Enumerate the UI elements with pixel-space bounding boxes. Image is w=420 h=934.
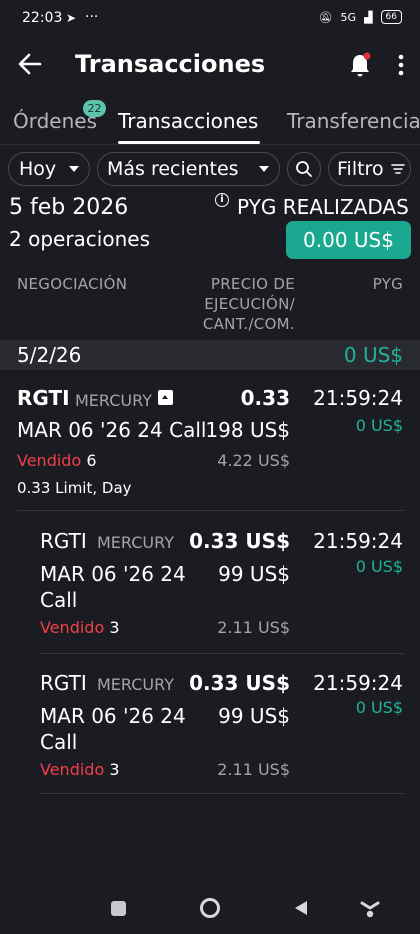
trade-contract: MAR 06 '26 24 Call — [17, 418, 207, 442]
telegram-icon: ➤ — [66, 11, 77, 25]
fill-contract-line2: Call — [40, 730, 78, 754]
fill-symbol: RGTI — [40, 529, 87, 553]
row-divider — [17, 510, 404, 511]
fill-symbol: RGTI — [40, 671, 87, 695]
back-nav-icon[interactable] — [293, 899, 309, 917]
row-divider — [40, 793, 404, 794]
group-date: 5/2/26 — [17, 343, 82, 367]
battery-icon: 66 — [380, 10, 402, 24]
tabs-divider — [0, 144, 420, 145]
back-arrow-icon[interactable] — [16, 50, 44, 78]
operations-count: 2 operaciones — [9, 227, 150, 251]
home-icon[interactable] — [200, 898, 220, 918]
fill-amount: 99 US$ — [218, 562, 290, 586]
trade-symbol: RGTI — [17, 386, 70, 410]
info-icon[interactable]: i — [215, 193, 229, 207]
status-icons: 🔕︎ 5G ▟ 66 — [319, 10, 402, 24]
filter-label: Filtro — [337, 158, 384, 180]
row-divider — [40, 653, 404, 654]
column-price-line3: CANT./COM. — [202, 315, 295, 333]
search-button[interactable] — [287, 152, 321, 186]
fill-pyg: 0 US$ — [355, 557, 403, 576]
realized-pl-value[interactable]: 0.00 US$ — [286, 221, 411, 259]
notification-bell-icon[interactable] — [348, 52, 372, 78]
orders-count-badge: 22 — [83, 100, 106, 117]
filter-icon — [390, 164, 405, 174]
fill-contract-line1: MAR 06 '26 24 — [40, 562, 186, 586]
expand-toggle-icon[interactable] — [158, 390, 173, 405]
period-dropdown[interactable]: Hoy — [8, 152, 90, 186]
column-price-line2: EJECUCIÓN/ — [204, 295, 295, 313]
fill-exchange: MERCURY — [97, 675, 174, 694]
chevron-down-icon — [259, 166, 269, 172]
fill-time: 21:59:24 — [313, 671, 403, 695]
fill-side-label: Vendido — [40, 618, 105, 637]
fill-qty: 3 — [109, 618, 120, 637]
fill-side-label: Vendido — [40, 760, 105, 779]
battery-level: 66 — [385, 12, 397, 22]
tab-transacciones[interactable]: Transacciones — [118, 109, 258, 133]
mute-icon: 🔕︎ — [318, 10, 333, 24]
tab-transferencia[interactable]: Transferencia — [287, 109, 420, 133]
status-bar: 22:03 ➤ ··· 🔕︎ 5G ▟ 66 — [0, 0, 420, 38]
group-pyg: 0 US$ — [343, 343, 403, 367]
network-label: 5G — [340, 10, 357, 24]
trade-side-label: Vendido — [17, 451, 82, 470]
realized-pl-label: PYG REALIZADAS — [237, 195, 409, 219]
accessibility-icon[interactable] — [359, 897, 381, 919]
trade-commission: 4.22 US$ — [217, 451, 290, 470]
fill-time: 21:59:24 — [313, 529, 403, 553]
more-options-icon[interactable] — [391, 52, 411, 78]
filter-button[interactable]: Filtro — [328, 152, 411, 186]
search-icon — [296, 161, 312, 177]
column-pyg: PYG — [372, 275, 403, 293]
fill-pyg: 0 US$ — [355, 698, 403, 717]
more-notifications-icon: ··· — [85, 9, 99, 25]
column-price: PRECIO DE EJECUCIÓN/ CANT./COM. — [188, 274, 295, 334]
fill-commission: 2.11 US$ — [217, 618, 290, 637]
trade-price: 0.33 — [240, 386, 290, 410]
trade-pyg: 0 US$ — [355, 416, 403, 435]
trade-qty: 6 — [86, 451, 97, 470]
column-price-line1: PRECIO DE — [210, 275, 295, 293]
trade-time: 21:59:24 — [313, 386, 403, 410]
sort-label: Más recientes — [107, 158, 239, 180]
sort-dropdown[interactable]: Más recientes — [97, 152, 280, 186]
chevron-down-icon — [69, 166, 79, 172]
fill-qty: 3 — [109, 760, 120, 779]
trade-side: Vendido 6 — [17, 451, 97, 470]
trade-order-type: 0.33 Limit, Day — [17, 479, 132, 497]
fill-amount: 99 US$ — [218, 704, 290, 728]
fill-contract-line1: MAR 06 '26 24 — [40, 704, 186, 728]
page-title: Transacciones — [75, 50, 266, 78]
fill-commission: 2.11 US$ — [217, 760, 290, 779]
trade-exchange: MERCURY — [75, 391, 152, 410]
summary-date: 5 feb 2026 — [9, 195, 129, 220]
fill-price: 0.33 US$ — [189, 529, 290, 553]
recent-apps-icon[interactable] — [111, 901, 126, 916]
trade-amount: 198 US$ — [205, 418, 290, 442]
signal-icon: ▟ — [364, 10, 373, 24]
status-time: 22:03 — [22, 10, 63, 26]
column-negotiation: NEGOCIACIÓN — [17, 275, 128, 293]
fill-exchange: MERCURY — [97, 533, 174, 552]
fill-side: Vendido 3 — [40, 760, 120, 779]
period-label: Hoy — [19, 158, 57, 180]
fill-price: 0.33 US$ — [189, 671, 290, 695]
fill-side: Vendido 3 — [40, 618, 120, 637]
fill-contract-line2: Call — [40, 588, 78, 612]
